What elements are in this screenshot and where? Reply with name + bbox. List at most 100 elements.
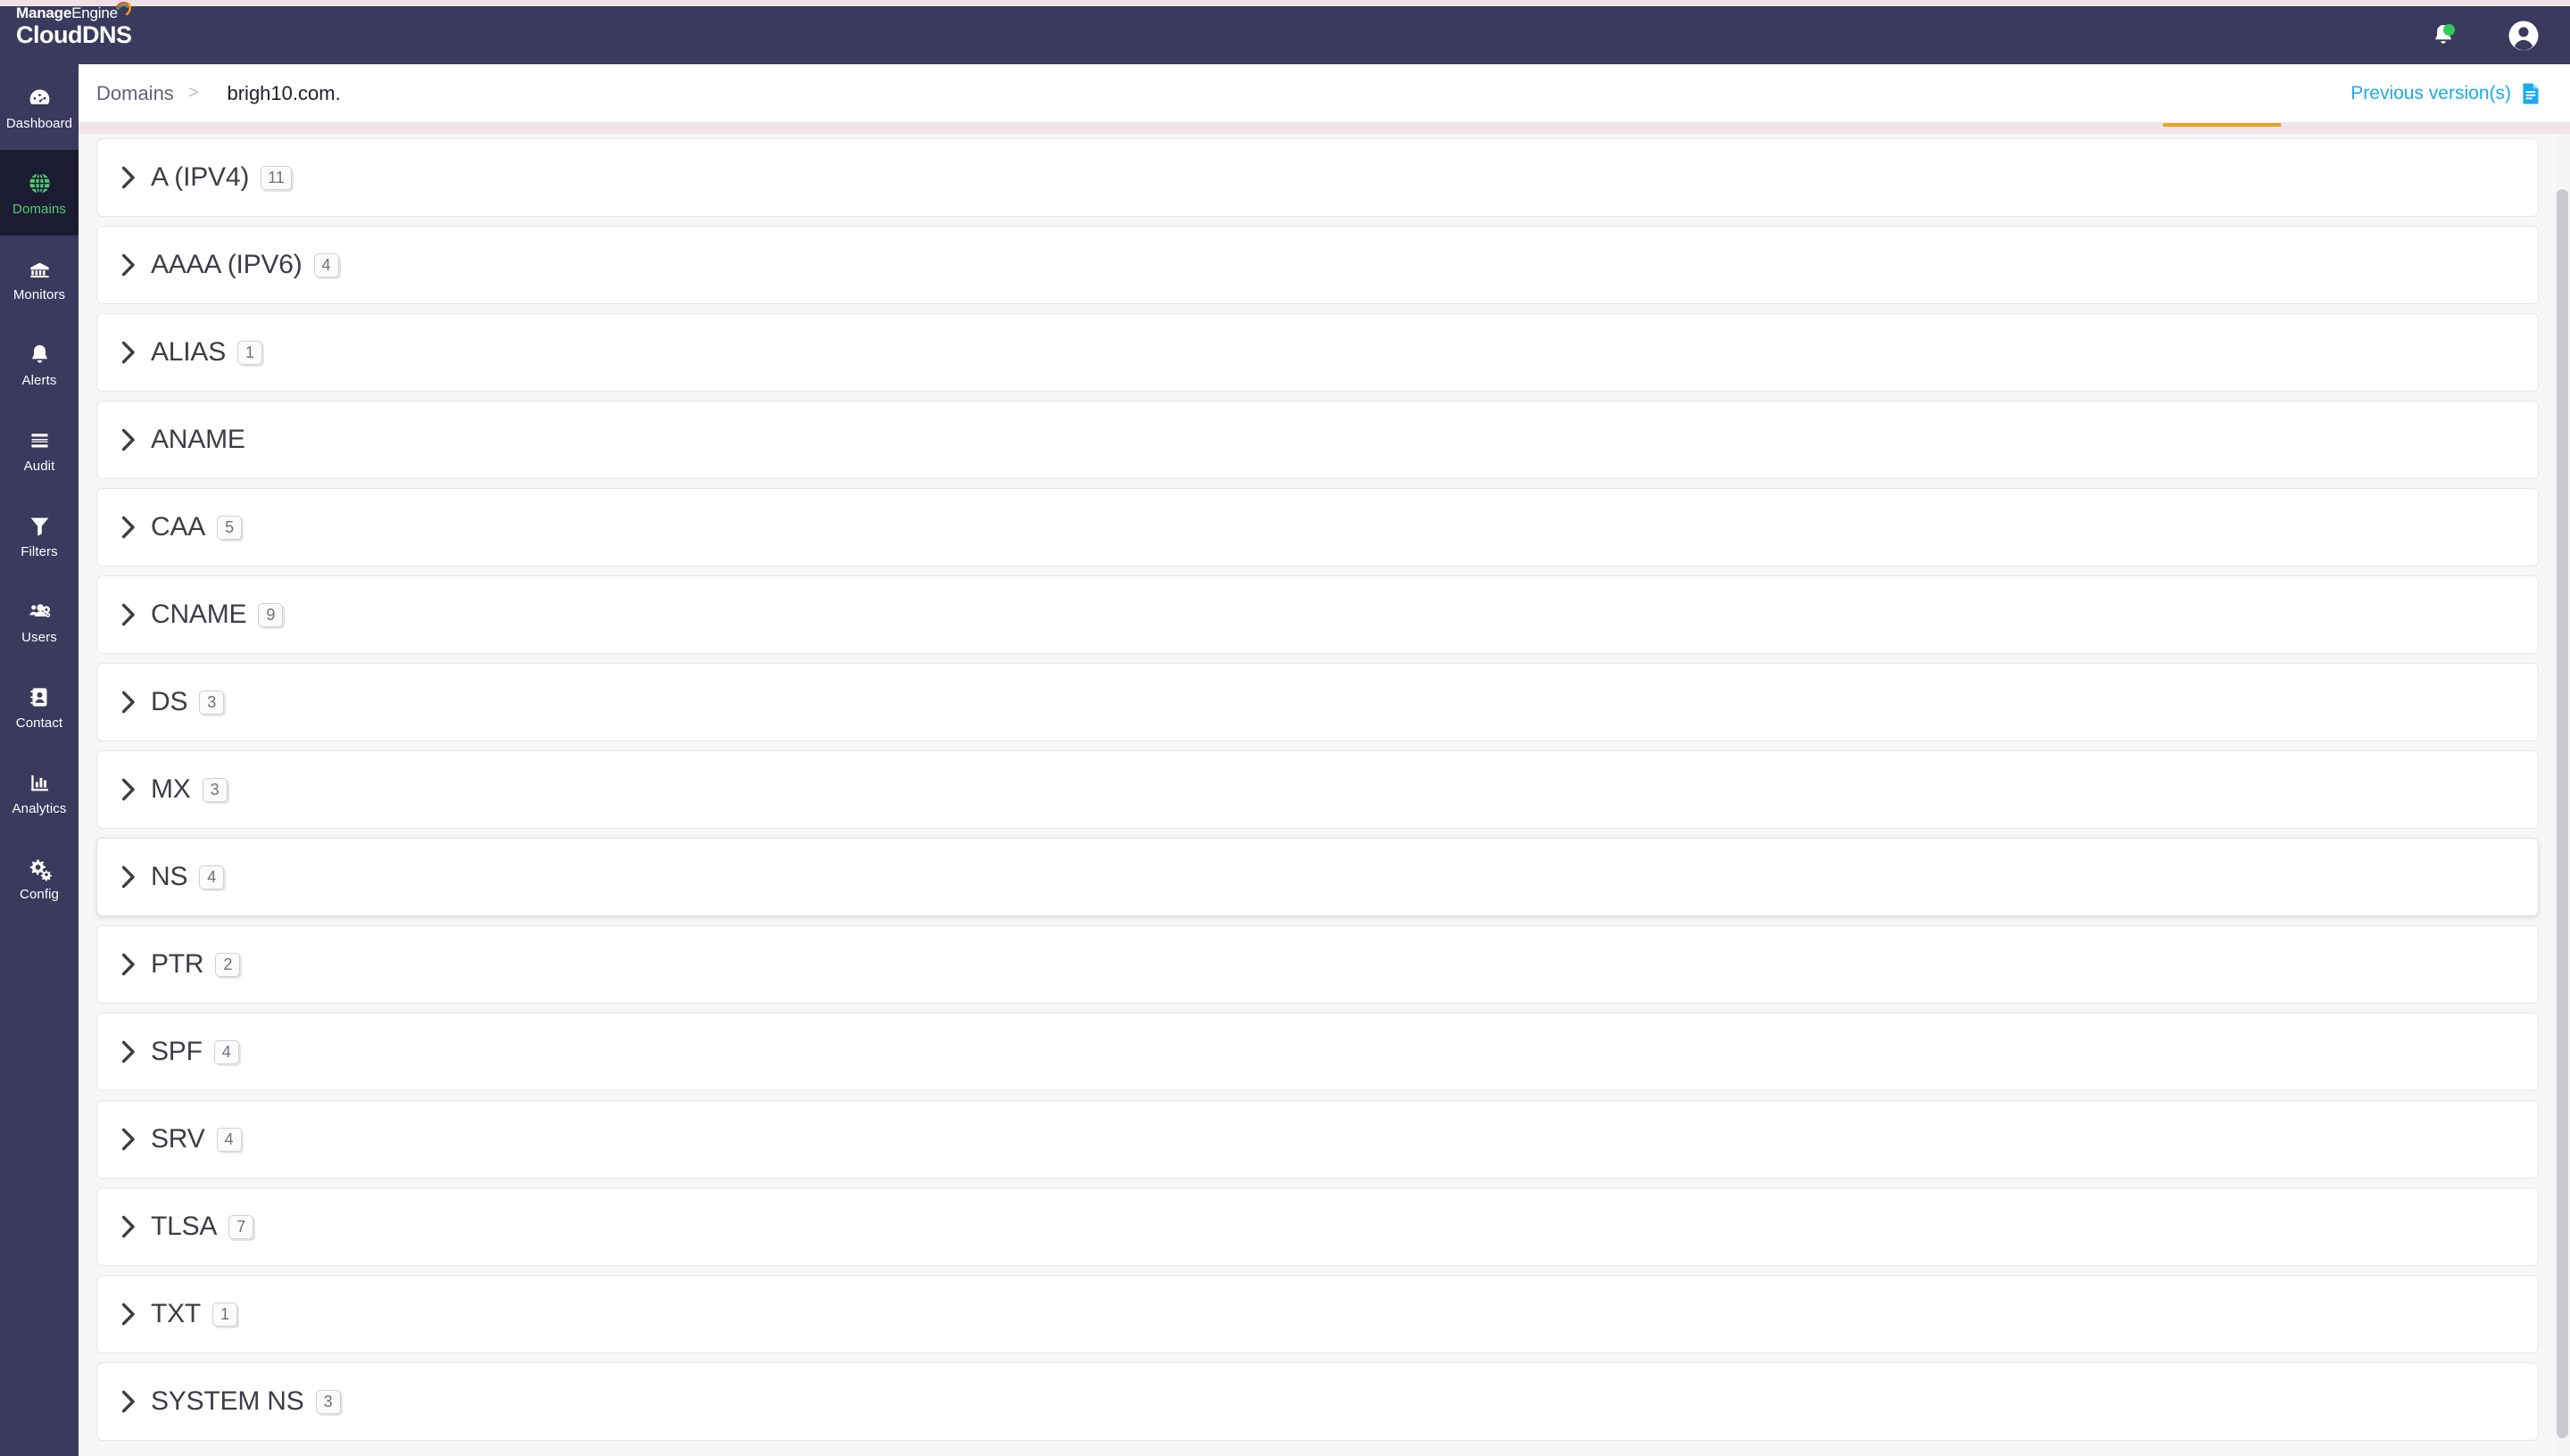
tab-strip-band <box>79 123 2570 134</box>
sidebar-label-monitors: Monitors <box>12 287 66 302</box>
chevron-right-icon <box>119 951 138 978</box>
record-type-row-mx[interactable]: MX 3 <box>96 750 2539 829</box>
record-type-row-a-ipv4[interactable]: A (IPV4) 11 <box>96 138 2539 217</box>
record-count-badge: 1 <box>212 1302 238 1327</box>
product-name: CloudDNS <box>16 21 132 48</box>
record-type-row-tlsa[interactable]: TLSA 7 <box>96 1187 2539 1266</box>
sidebar-item-monitors[interactable]: Monitors <box>0 236 79 321</box>
brand-logo[interactable]: ManageEngine CloudDNS <box>16 2 132 48</box>
record-type-row-system-ns[interactable]: SYSTEM NS 3 <box>96 1362 2539 1441</box>
record-type-label: MX <box>151 774 191 804</box>
chevron-right-icon <box>119 776 138 803</box>
record-count-badge: 4 <box>216 1127 242 1152</box>
sidebar-item-audit[interactable]: Audit <box>0 407 79 492</box>
record-type-label: AAAA (IPV6) <box>151 250 303 279</box>
sidebar-label-users: Users <box>21 630 57 645</box>
top-accent-strip <box>0 0 2570 6</box>
record-type-label: TXT <box>151 1299 202 1328</box>
account-button[interactable] <box>2504 16 2543 55</box>
sidebar-item-domains[interactable]: Domains <box>0 150 79 236</box>
brand-manageengine: ManageEngine <box>16 2 131 21</box>
notifications-button[interactable] <box>2424 16 2463 55</box>
users-gear-icon <box>26 598 53 625</box>
previous-versions-link[interactable]: Previous version(s) <box>2350 82 2541 105</box>
record-type-label: CAA <box>151 512 206 542</box>
sidebar-item-alerts[interactable]: Alerts <box>0 321 79 407</box>
record-count-badge: 3 <box>199 690 225 715</box>
list-lines-icon <box>26 426 53 453</box>
sidebar-item-analytics[interactable]: Analytics <box>0 749 79 835</box>
record-type-row-ds[interactable]: DS 3 <box>96 663 2539 741</box>
record-count-badge: 4 <box>213 1039 239 1064</box>
record-type-label: ANAME <box>151 425 245 454</box>
chevron-right-icon <box>119 1126 138 1153</box>
record-type-label: DS <box>151 687 188 716</box>
record-type-label: SPF <box>151 1037 203 1066</box>
sidebar-label-alerts: Alerts <box>21 373 57 388</box>
record-type-row-aname[interactable]: ANAME <box>96 401 2539 479</box>
vertical-scrollbar-thumb[interactable] <box>2557 189 2568 1438</box>
sidebar-label-config: Config <box>20 887 59 902</box>
bell-icon <box>26 341 53 368</box>
manageengine-swoosh-icon <box>115 2 131 16</box>
brand-engine-text: Engine <box>71 4 118 21</box>
record-count-badge: 9 <box>258 602 284 627</box>
active-tab-indicator <box>2163 123 2281 127</box>
record-type-label: SRV <box>151 1124 205 1154</box>
breadcrumb: Domains > brigh10.com. <box>96 82 341 105</box>
sidebar-label-contact: Contact <box>15 716 63 731</box>
record-count-badge: 4 <box>199 864 225 889</box>
document-icon <box>2523 83 2539 103</box>
record-count-badge: 5 <box>217 515 243 540</box>
record-count-badge: 4 <box>313 252 339 277</box>
record-type-row-ptr[interactable]: PTR 2 <box>96 925 2539 1004</box>
chevron-right-icon <box>119 864 138 890</box>
record-type-row-cname[interactable]: CNAME 9 <box>96 575 2539 654</box>
record-count-badge: 3 <box>202 777 228 802</box>
breadcrumb-separator-icon: > <box>187 83 199 103</box>
record-type-row-txt[interactable]: TXT 1 <box>96 1275 2539 1353</box>
chevron-right-icon <box>119 426 138 453</box>
breadcrumb-parent-link[interactable]: Domains <box>96 82 174 105</box>
sidebar-label-dashboard: Dashboard <box>5 116 73 131</box>
record-type-label: PTR <box>151 949 204 979</box>
sidebar-item-contact[interactable]: Contact <box>0 664 79 749</box>
sidebar-item-config[interactable]: Config <box>0 835 79 921</box>
record-type-row-srv[interactable]: SRV 4 <box>96 1100 2539 1179</box>
record-count-badge: 11 <box>261 165 292 190</box>
chevron-right-icon <box>119 1301 138 1328</box>
record-count-badge: 1 <box>237 340 263 365</box>
sidebar-item-filters[interactable]: Filters <box>0 492 79 578</box>
header-actions <box>2424 6 2543 64</box>
sidebar-label-audit: Audit <box>23 459 55 474</box>
chevron-right-icon <box>119 164 138 191</box>
record-type-row-spf[interactable]: SPF 4 <box>96 1013 2539 1091</box>
chevron-right-icon <box>119 514 138 541</box>
sidebar-label-analytics: Analytics <box>12 801 67 816</box>
chevron-right-icon <box>119 689 138 716</box>
chevron-right-icon <box>119 1388 138 1415</box>
gears-icon <box>26 855 53 881</box>
globe-icon <box>26 170 53 196</box>
chevron-right-icon <box>119 601 138 628</box>
record-type-label: ALIAS <box>151 337 227 367</box>
record-type-row-aaaa-ipv6[interactable]: AAAA (IPV6) 4 <box>96 226 2539 304</box>
record-type-row-caa[interactable]: CAA 5 <box>96 488 2539 567</box>
app-header: ManageEngine CloudDNS <box>0 2 2570 64</box>
chevron-right-icon <box>119 1038 138 1065</box>
notification-badge-dot <box>2443 23 2455 36</box>
dns-records-panel: A (IPV4) 11 AAAA (IPV6) 4 ALIAS 1 ANAME <box>79 134 2570 1456</box>
vertical-scrollbar-track[interactable] <box>2555 134 2570 1456</box>
sidebar-item-dashboard[interactable]: Dashboard <box>0 64 79 150</box>
chevron-right-icon <box>119 252 138 278</box>
record-type-label: TLSA <box>151 1212 218 1241</box>
chevron-right-icon <box>119 1213 138 1240</box>
previous-versions-label: Previous version(s) <box>2350 82 2511 103</box>
gauge-icon <box>26 84 53 111</box>
record-type-row-ns[interactable]: NS 4 <box>96 838 2539 916</box>
dns-record-type-list: A (IPV4) 11 AAAA (IPV6) 4 ALIAS 1 ANAME <box>79 134 2570 1441</box>
sidebar-item-users[interactable]: Users <box>0 578 79 664</box>
bar-chart-icon <box>26 769 53 796</box>
server-rack-icon <box>26 255 53 282</box>
record-type-row-alias[interactable]: ALIAS 1 <box>96 313 2539 392</box>
